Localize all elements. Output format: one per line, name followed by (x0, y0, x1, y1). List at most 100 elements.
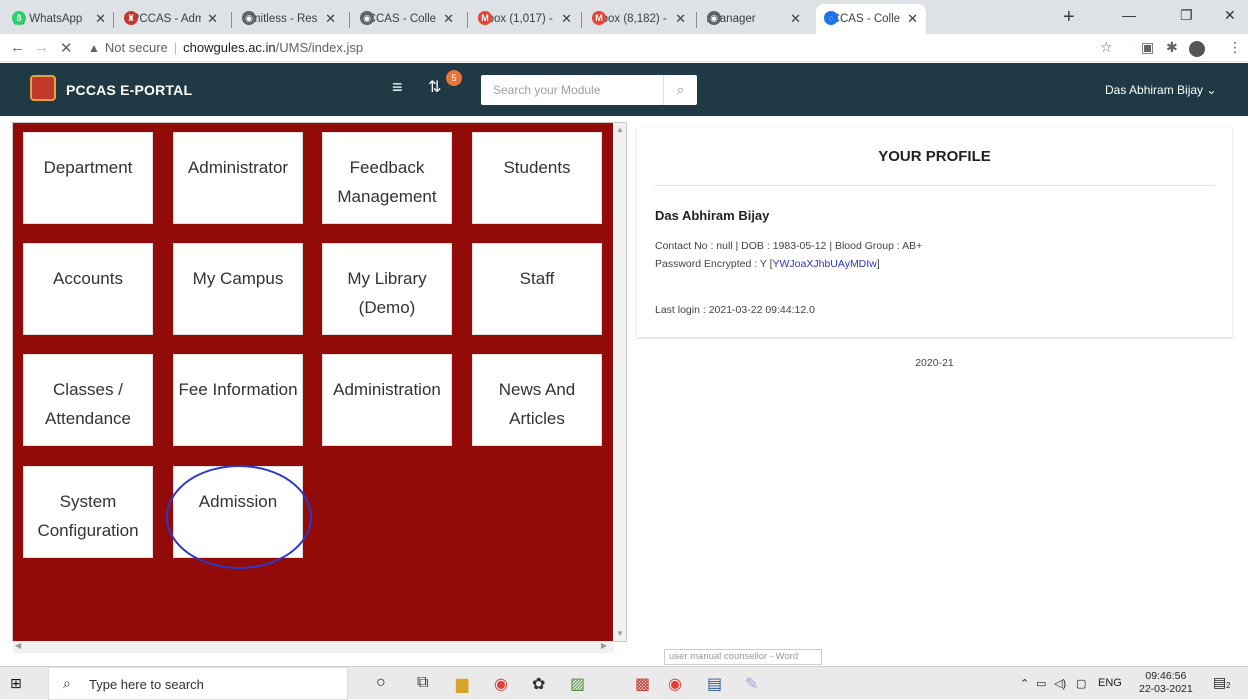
horizontal-scrollbar[interactable]: ◀ ▶ (13, 641, 614, 653)
security-label[interactable]: Not secure (105, 40, 168, 55)
vertical-scrollbar[interactable]: ▲ ▼ (614, 123, 626, 641)
college-app-icon[interactable]: ▩ (635, 674, 650, 694)
module-search: ⌕ (481, 75, 697, 105)
tab-close-icon[interactable]: ✕ (561, 11, 572, 27)
chrome-icon[interactable]: ◉ (668, 674, 682, 694)
taskbar-search[interactable]: ⌕ Type here to search (48, 667, 348, 700)
extension-icon[interactable]: ▣ (1141, 39, 1154, 56)
user-menu[interactable]: Das Abhiram Bijay ⌄ (1105, 83, 1216, 97)
gmail-icon: M (478, 11, 492, 25)
battery-icon[interactable]: ▭ (1036, 677, 1046, 690)
warning-icon[interactable]: ▲ (88, 41, 100, 55)
url-path[interactable]: /UMS/index.jsp (276, 40, 363, 55)
new-tab-button[interactable]: + (1063, 6, 1075, 29)
minimize-icon[interactable]: — (1122, 7, 1136, 23)
tab-close-icon[interactable]: ✕ (207, 11, 218, 27)
globe-icon: ◉ (707, 11, 721, 25)
module-tile[interactable]: Fee Information (173, 354, 303, 446)
action-center-icon[interactable]: ▤ (1213, 674, 1226, 691)
module-tile[interactable]: News And Articles (472, 354, 602, 446)
browser-tab[interactable]: ◉/manager ✕ (699, 4, 809, 34)
puzzle-icon[interactable]: ✱ (1166, 39, 1178, 56)
user-name[interactable]: Das Abhiram Bijay (1105, 83, 1203, 97)
module-tile[interactable]: System Configuration (23, 466, 153, 558)
profile-avatar-icon[interactable] (1189, 41, 1205, 57)
module-search-input[interactable] (481, 75, 661, 105)
tab-close-icon[interactable]: ✕ (95, 11, 106, 27)
app-header: PCCAS E-PORTAL ≡ ⇅ 5 ⌕ Das Abhiram Bijay… (0, 63, 1248, 116)
browser-tab[interactable]: ◌ PCCAS - Colle ✕ (816, 4, 926, 34)
window-close-icon[interactable]: ✕ (1224, 7, 1236, 24)
app-icon[interactable]: ✿ (532, 674, 545, 694)
tab-close-icon[interactable]: ✕ (675, 11, 686, 27)
back-icon[interactable]: ← (10, 39, 25, 56)
browser-tab[interactable]: ♜ SPCCAS - Adm ✕ (116, 4, 226, 34)
module-tile[interactable]: Feedback Management (322, 132, 452, 224)
cortana-icon[interactable]: ○ (376, 674, 386, 692)
url-host[interactable]: chowgules.ac.in (183, 40, 276, 55)
hamburger-menu-icon[interactable]: ≡ (392, 77, 403, 98)
task-view-icon[interactable]: ⧉ (417, 674, 428, 692)
network-icon[interactable]: ▢ (1076, 677, 1086, 690)
module-tile[interactable]: Administration (322, 354, 452, 446)
volume-icon[interactable]: ◁) (1054, 677, 1066, 690)
browser-tab[interactable]: M Inbox (1,017) - ✕ (470, 4, 580, 34)
forward-icon[interactable]: → (34, 39, 49, 56)
bookmark-star-icon[interactable]: ☆ (1100, 39, 1113, 56)
stop-loading-icon[interactable]: ✕ (60, 39, 73, 57)
tab-separator (113, 12, 114, 28)
url-divider: | (173, 40, 178, 55)
tab-close-icon[interactable]: ✕ (907, 11, 918, 27)
module-tile[interactable]: Admission (173, 466, 303, 558)
url-field[interactable]: ▲ Not secure | chowgules.ac.in /UMS/inde… (88, 40, 363, 55)
search-icon[interactable]: ⌕ (663, 75, 697, 105)
browser-tab[interactable]: 8 (8) WhatsApp ✕ (4, 4, 114, 34)
profile-name: Das Abhiram Bijay (655, 208, 770, 223)
module-tile[interactable]: Administrator (173, 132, 303, 224)
tab-close-icon[interactable]: ✕ (790, 11, 801, 27)
module-tile-label: Administration (333, 380, 441, 399)
module-tile-label: My Library (Demo) (347, 269, 427, 317)
chevron-down-icon[interactable]: ⌄ (1206, 83, 1216, 97)
profile-card: YOUR PROFILE Das Abhiram Bijay Contact N… (637, 127, 1232, 337)
menu-kebab-icon[interactable]: ⋮ (1228, 39, 1242, 56)
language-indicator[interactable]: ENG (1098, 677, 1122, 689)
scroll-right-icon[interactable]: ▶ (601, 641, 607, 650)
browser-tab[interactable]: ◉ PCCAS - Colle ✕ (352, 4, 462, 34)
scroll-down-icon[interactable]: ▼ (616, 629, 624, 638)
tray-chevron-icon[interactable]: ⌃ (1020, 677, 1029, 690)
module-tile-label: My Campus (192, 269, 284, 288)
notification-badge[interactable]: 5 (446, 70, 462, 86)
word-icon[interactable]: ▤ (707, 674, 722, 694)
chrome-icon[interactable]: ◉ (494, 674, 508, 694)
paint-3d-icon[interactable]: ✎ (745, 674, 758, 694)
windows-start-icon[interactable]: ⊞ (10, 675, 22, 692)
address-bar: ← → ✕ ▲ Not secure | chowgules.ac.in /UM… (0, 34, 1248, 62)
module-tile[interactable]: Students (472, 132, 602, 224)
scroll-up-icon[interactable]: ▲ (616, 125, 624, 134)
paint-icon[interactable]: ▨ (570, 674, 585, 694)
scroll-left-icon[interactable]: ◀ (15, 641, 21, 650)
module-tile[interactable]: My Campus (173, 243, 303, 335)
browser-tab[interactable]: ◉ Limitless - Res ✕ (234, 4, 344, 34)
module-tile[interactable]: Classes / Attendance (23, 354, 153, 446)
tab-close-icon[interactable]: ✕ (325, 11, 336, 27)
module-tile[interactable]: Staff (472, 243, 602, 335)
password-code-link[interactable]: YWJoaXJhbUAyMDIw (773, 258, 877, 270)
action-center-badge[interactable]: 2 (1226, 681, 1230, 690)
browser-tab[interactable]: M Inbox (8,182) - ✕ (584, 4, 694, 34)
module-tile[interactable]: Accounts (23, 243, 153, 335)
file-explorer-icon[interactable]: ▆ (456, 674, 468, 694)
brand-title[interactable]: PCCAS E-PORTAL (66, 82, 192, 98)
session-year: 2020-21 (915, 357, 954, 369)
module-tile-label: News And Articles (498, 380, 576, 428)
sync-icon[interactable]: ⇅ (428, 77, 441, 97)
tab-separator (696, 12, 697, 28)
module-tile[interactable]: Department (23, 132, 153, 224)
globe-icon: ◉ (242, 11, 256, 25)
restore-icon[interactable]: ❐ (1180, 7, 1193, 24)
taskbar-search-text[interactable]: Type here to search (89, 677, 204, 692)
tab-close-icon[interactable]: ✕ (443, 11, 454, 27)
module-tile[interactable]: My Library (Demo) (322, 243, 452, 335)
system-clock[interactable]: 09:46:56 22-03-2021 (1139, 670, 1193, 696)
